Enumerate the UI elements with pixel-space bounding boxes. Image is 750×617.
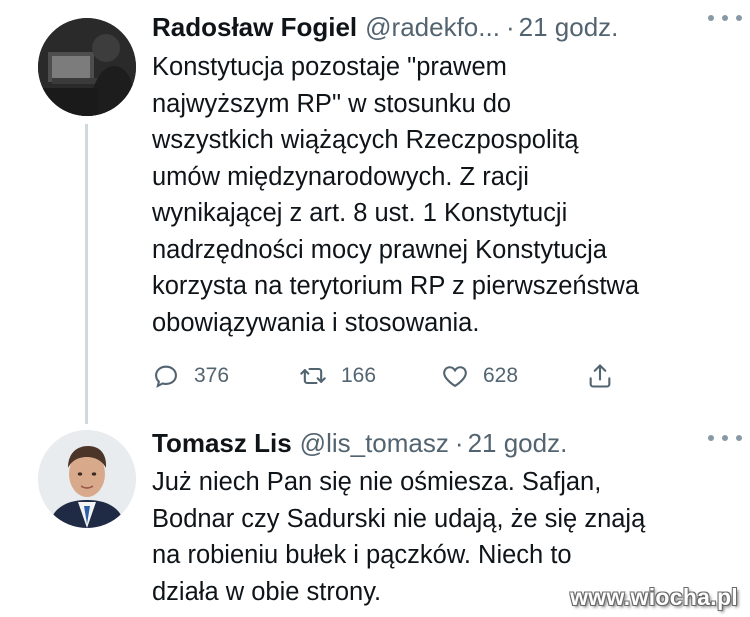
tweet-text-line: wszystkich wiążących Rzeczpospolitą	[152, 126, 579, 154]
reply-button[interactable]: 376	[152, 362, 299, 390]
like-button[interactable]: 628	[441, 362, 586, 390]
tweet-text-line: obowiązywania i stosowania.	[152, 308, 480, 337]
tweet-radoslaw-fogiel[interactable]: Radosław Fogiel @radekfo... · 21 godz. K…	[0, 0, 750, 424]
more-options-icon[interactable]	[708, 428, 742, 448]
reply-icon	[155, 365, 177, 388]
reply-count: 376	[194, 364, 230, 387]
avatar-photo-icon	[38, 430, 136, 528]
share-icon	[589, 364, 611, 388]
thread-connector	[85, 124, 88, 424]
retweet-count: 166	[341, 364, 377, 387]
display-name[interactable]: Radosław Fogiel	[152, 12, 357, 43]
share-button[interactable]	[586, 362, 614, 390]
tweet-text-line: na robieniu bułek i pączków. Niech to	[152, 541, 572, 569]
user-handle[interactable]: @lis_tomasz	[300, 428, 449, 459]
tweet-text-line: najwyższym RP" w stosunku do	[152, 89, 512, 118]
display-name[interactable]: Tomasz Lis	[152, 428, 292, 459]
tweet-header: Tomasz Lis @lis_tomasz · 21 godz.	[152, 428, 730, 462]
site-watermark: www.wiocha.pl	[570, 584, 738, 610]
heart-icon	[443, 366, 467, 388]
separator-dot: ·	[454, 428, 464, 458]
avatar[interactable]	[38, 18, 136, 116]
tweet-text-line: nadrzędności mocy prawnej Konstytucja	[152, 235, 607, 264]
like-count: 628	[483, 364, 519, 387]
tweet-header: Radosław Fogiel @radekfo... · 21 godz.	[152, 12, 730, 46]
timestamp[interactable]: 21 godz.	[468, 428, 568, 459]
tweet-text-line: wynikającej z art. 8 ust. 1 Konstytucji	[152, 199, 568, 227]
tweet-text-line: Bodnar czy Sadurski nie udają, że się zn…	[152, 504, 646, 533]
timestamp[interactable]: 21 godz.	[519, 12, 619, 43]
more-options-icon[interactable]	[708, 8, 742, 28]
tweet-text: Konstytucja pozostaje "prawem najwyższym…	[152, 49, 732, 341]
tweet-text-line: umów międzynarodowych. Z racji	[152, 162, 529, 191]
user-handle[interactable]: @radekfo...	[365, 12, 500, 43]
separator-dot: ·	[505, 12, 515, 42]
avatar[interactable]	[38, 430, 136, 528]
retweet-icon	[300, 367, 326, 385]
tweet-text-line: Już niech Pan się nie ośmiesza. Safjan,	[152, 468, 602, 496]
avatar-photo-icon	[38, 18, 136, 116]
retweet-button[interactable]: 166	[299, 362, 441, 390]
tweet-text-line: korzysta na terytorium RP z pierwszeństw…	[152, 272, 640, 300]
tweet-actions: 376 166 628	[152, 356, 622, 396]
tweet-text-line: Konstytucja pozostaje "prawem	[152, 53, 507, 81]
